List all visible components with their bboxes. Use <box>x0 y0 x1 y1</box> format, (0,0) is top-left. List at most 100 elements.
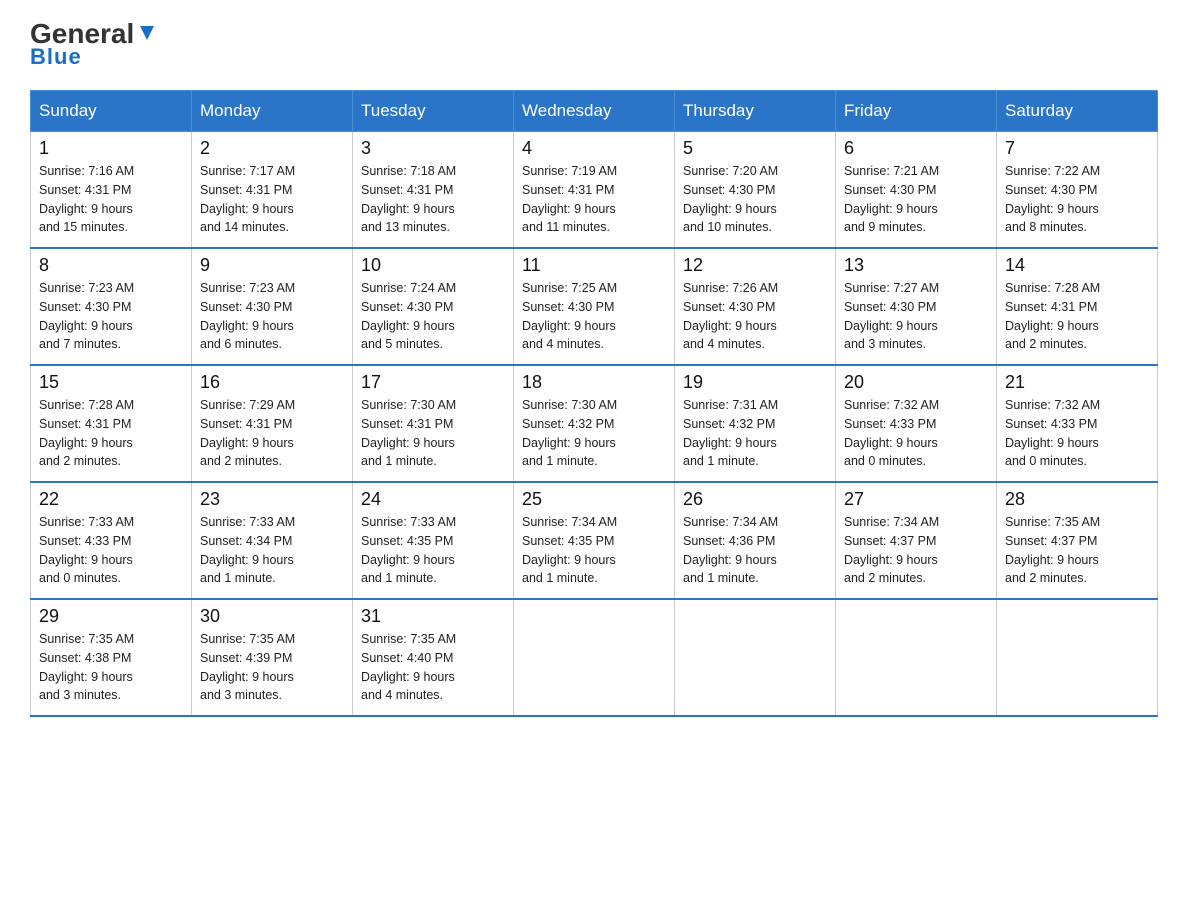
calendar-cell: 26 Sunrise: 7:34 AMSunset: 4:36 PMDayligh… <box>675 482 836 599</box>
day-number: 18 <box>522 372 666 393</box>
week-row-5: 29Sunrise: 7:35 AMSunset: 4:38 PMDayligh… <box>31 599 1158 716</box>
week-row-3: 15 Sunrise: 7:28 AMSunset: 4:31 PMDayligh… <box>31 365 1158 482</box>
calendar-cell: 2Sunrise: 7:17 AMSunset: 4:31 PMDaylight… <box>192 132 353 249</box>
calendar-cell: 15 Sunrise: 7:28 AMSunset: 4:31 PMDayligh… <box>31 365 192 482</box>
day-header-friday: Friday <box>836 91 997 132</box>
day-info: Sunrise: 7:23 AMSunset: 4:30 PMDaylight:… <box>200 279 344 354</box>
calendar-cell: 21Sunrise: 7:32 AMSunset: 4:33 PMDayligh… <box>997 365 1158 482</box>
day-number: 14 <box>1005 255 1149 276</box>
day-info: Sunrise: 7:33 AMSunset: 4:35 PMDaylight:… <box>361 513 505 588</box>
day-info: Sunrise: 7:30 AMSunset: 4:32 PMDaylight:… <box>522 396 666 471</box>
calendar-cell: 10 Sunrise: 7:24 AMSunset: 4:30 PMDayligh… <box>353 248 514 365</box>
calendar-cell: 17 Sunrise: 7:30 AMSunset: 4:31 PMDayligh… <box>353 365 514 482</box>
page-header: General Blue <box>30 20 1158 70</box>
day-number: 19 <box>683 372 827 393</box>
day-info: Sunrise: 7:34 AMSunset: 4:37 PMDaylight:… <box>844 513 988 588</box>
day-info: Sunrise: 7:29 AMSunset: 4:31 PMDaylight:… <box>200 396 344 471</box>
day-info: Sunrise: 7:30 AMSunset: 4:31 PMDaylight:… <box>361 396 505 471</box>
logo-blue: Blue <box>30 44 82 70</box>
day-info: Sunrise: 7:31 AMSunset: 4:32 PMDaylight:… <box>683 396 827 471</box>
day-info: Sunrise: 7:34 AMSunset: 4:35 PMDaylight:… <box>522 513 666 588</box>
calendar-cell: 20Sunrise: 7:32 AMSunset: 4:33 PMDayligh… <box>836 365 997 482</box>
day-number: 31 <box>361 606 505 627</box>
calendar-cell: 31 Sunrise: 7:35 AMSunset: 4:40 PMDayligh… <box>353 599 514 716</box>
week-row-1: 1 Sunrise: 7:16 AMSunset: 4:31 PMDaylight… <box>31 132 1158 249</box>
day-number: 26 <box>683 489 827 510</box>
calendar-header-row: SundayMondayTuesdayWednesdayThursdayFrid… <box>31 91 1158 132</box>
calendar-cell: 1 Sunrise: 7:16 AMSunset: 4:31 PMDaylight… <box>31 132 192 249</box>
day-info: Sunrise: 7:20 AMSunset: 4:30 PMDaylight:… <box>683 162 827 237</box>
day-number: 3 <box>361 138 505 159</box>
calendar-cell: 11 Sunrise: 7:25 AMSunset: 4:30 PMDayligh… <box>514 248 675 365</box>
day-number: 9 <box>200 255 344 276</box>
day-info: Sunrise: 7:17 AMSunset: 4:31 PMDaylight:… <box>200 162 344 237</box>
day-info: Sunrise: 7:23 AMSunset: 4:30 PMDaylight:… <box>39 279 183 354</box>
day-info: Sunrise: 7:22 AMSunset: 4:30 PMDaylight:… <box>1005 162 1149 237</box>
day-number: 11 <box>522 255 666 276</box>
day-number: 1 <box>39 138 183 159</box>
logo-triangle-icon <box>136 22 158 44</box>
day-header-wednesday: Wednesday <box>514 91 675 132</box>
logo: General Blue <box>30 20 158 70</box>
day-number: 13 <box>844 255 988 276</box>
calendar-cell: 5 Sunrise: 7:20 AMSunset: 4:30 PMDaylight… <box>675 132 836 249</box>
day-info: Sunrise: 7:26 AMSunset: 4:30 PMDaylight:… <box>683 279 827 354</box>
calendar-cell: 12Sunrise: 7:26 AMSunset: 4:30 PMDayligh… <box>675 248 836 365</box>
day-number: 15 <box>39 372 183 393</box>
day-info: Sunrise: 7:16 AMSunset: 4:31 PMDaylight:… <box>39 162 183 237</box>
week-row-2: 8 Sunrise: 7:23 AMSunset: 4:30 PMDaylight… <box>31 248 1158 365</box>
week-row-4: 22Sunrise: 7:33 AMSunset: 4:33 PMDayligh… <box>31 482 1158 599</box>
calendar-cell: 24 Sunrise: 7:33 AMSunset: 4:35 PMDayligh… <box>353 482 514 599</box>
day-header-thursday: Thursday <box>675 91 836 132</box>
calendar-cell: 18 Sunrise: 7:30 AMSunset: 4:32 PMDayligh… <box>514 365 675 482</box>
day-info: Sunrise: 7:27 AMSunset: 4:30 PMDaylight:… <box>844 279 988 354</box>
calendar-cell: 8 Sunrise: 7:23 AMSunset: 4:30 PMDaylight… <box>31 248 192 365</box>
day-number: 27 <box>844 489 988 510</box>
day-info: Sunrise: 7:24 AMSunset: 4:30 PMDaylight:… <box>361 279 505 354</box>
day-info: Sunrise: 7:34 AMSunset: 4:36 PMDaylight:… <box>683 513 827 588</box>
day-info: Sunrise: 7:28 AMSunset: 4:31 PMDaylight:… <box>1005 279 1149 354</box>
day-number: 29 <box>39 606 183 627</box>
day-info: Sunrise: 7:25 AMSunset: 4:30 PMDaylight:… <box>522 279 666 354</box>
day-header-monday: Monday <box>192 91 353 132</box>
day-number: 23 <box>200 489 344 510</box>
calendar-cell: 9 Sunrise: 7:23 AMSunset: 4:30 PMDaylight… <box>192 248 353 365</box>
calendar-cell: 16 Sunrise: 7:29 AMSunset: 4:31 PMDayligh… <box>192 365 353 482</box>
day-info: Sunrise: 7:21 AMSunset: 4:30 PMDaylight:… <box>844 162 988 237</box>
day-number: 4 <box>522 138 666 159</box>
calendar-cell: 3 Sunrise: 7:18 AMSunset: 4:31 PMDaylight… <box>353 132 514 249</box>
day-info: Sunrise: 7:28 AMSunset: 4:31 PMDaylight:… <box>39 396 183 471</box>
day-info: Sunrise: 7:32 AMSunset: 4:33 PMDaylight:… <box>1005 396 1149 471</box>
calendar-cell <box>514 599 675 716</box>
day-info: Sunrise: 7:32 AMSunset: 4:33 PMDaylight:… <box>844 396 988 471</box>
calendar-cell: 19 Sunrise: 7:31 AMSunset: 4:32 PMDayligh… <box>675 365 836 482</box>
calendar-table: SundayMondayTuesdayWednesdayThursdayFrid… <box>30 90 1158 717</box>
calendar-cell: 27 Sunrise: 7:34 AMSunset: 4:37 PMDayligh… <box>836 482 997 599</box>
calendar-cell: 6 Sunrise: 7:21 AMSunset: 4:30 PMDaylight… <box>836 132 997 249</box>
day-header-saturday: Saturday <box>997 91 1158 132</box>
day-header-tuesday: Tuesday <box>353 91 514 132</box>
day-number: 30 <box>200 606 344 627</box>
calendar-cell: 14 Sunrise: 7:28 AMSunset: 4:31 PMDayligh… <box>997 248 1158 365</box>
calendar-cell: 13 Sunrise: 7:27 AMSunset: 4:30 PMDayligh… <box>836 248 997 365</box>
day-number: 10 <box>361 255 505 276</box>
day-header-sunday: Sunday <box>31 91 192 132</box>
day-number: 28 <box>1005 489 1149 510</box>
calendar-cell: 25 Sunrise: 7:34 AMSunset: 4:35 PMDayligh… <box>514 482 675 599</box>
day-info: Sunrise: 7:35 AMSunset: 4:37 PMDaylight:… <box>1005 513 1149 588</box>
day-info: Sunrise: 7:33 AMSunset: 4:33 PMDaylight:… <box>39 513 183 588</box>
day-number: 7 <box>1005 138 1149 159</box>
day-number: 25 <box>522 489 666 510</box>
day-info: Sunrise: 7:35 AMSunset: 4:40 PMDaylight:… <box>361 630 505 705</box>
day-number: 6 <box>844 138 988 159</box>
calendar-cell: 22Sunrise: 7:33 AMSunset: 4:33 PMDayligh… <box>31 482 192 599</box>
calendar-cell: 4Sunrise: 7:19 AMSunset: 4:31 PMDaylight… <box>514 132 675 249</box>
calendar-cell: 28 Sunrise: 7:35 AMSunset: 4:37 PMDayligh… <box>997 482 1158 599</box>
day-number: 24 <box>361 489 505 510</box>
day-number: 17 <box>361 372 505 393</box>
calendar-cell: 29Sunrise: 7:35 AMSunset: 4:38 PMDayligh… <box>31 599 192 716</box>
day-number: 5 <box>683 138 827 159</box>
day-info: Sunrise: 7:18 AMSunset: 4:31 PMDaylight:… <box>361 162 505 237</box>
day-number: 16 <box>200 372 344 393</box>
day-number: 8 <box>39 255 183 276</box>
